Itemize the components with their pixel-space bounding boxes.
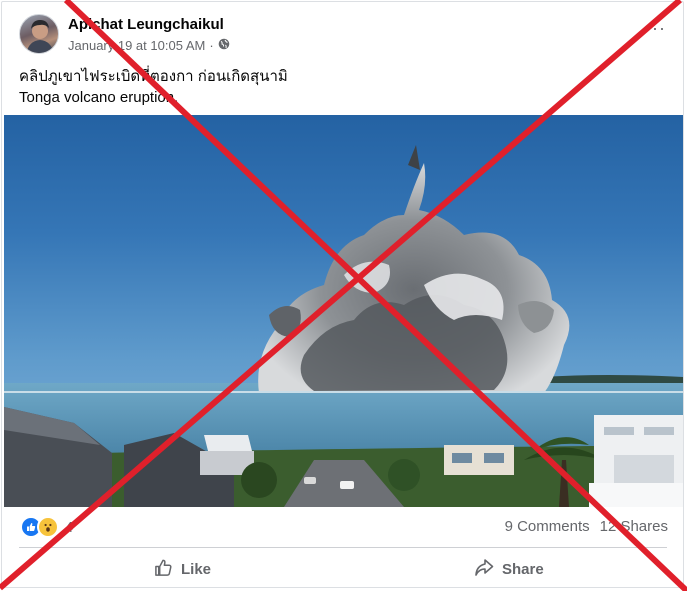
reaction-summary[interactable]: 4 xyxy=(20,516,73,538)
like-label: Like xyxy=(181,561,212,578)
post-caption: คลิปภูเขาไฟระเบิดที่ตองกา ก่อนเกิดสุนามิ… xyxy=(19,66,288,108)
reaction-count: 4 xyxy=(65,518,74,536)
post-meta: January 19 at 10:05 AM · xyxy=(68,38,230,53)
meta-separator: · xyxy=(209,38,214,53)
share-button[interactable]: Share xyxy=(474,558,544,581)
caption-line-english: Tonga volcano eruption. xyxy=(19,89,179,106)
globe-icon xyxy=(218,38,230,53)
post-timestamp[interactable]: January 19 at 10:05 AM xyxy=(68,38,205,53)
share-label: Share xyxy=(502,561,544,578)
comments-count-link[interactable]: 9 Comments xyxy=(505,518,590,535)
engagement-stats: 9 Comments 12 Shares xyxy=(505,518,668,535)
author-name[interactable]: Apichat Leungchaikul xyxy=(68,16,224,33)
avatar[interactable] xyxy=(19,14,59,54)
share-arrow-icon xyxy=(474,558,494,581)
more-dots-icon[interactable]: ··· xyxy=(645,18,666,39)
like-button[interactable]: Like xyxy=(154,558,211,581)
eruption-plume xyxy=(258,145,570,393)
caption-line-thai: คลิปภูเขาไฟระเบิดที่ตองกา ก่อนเกิดสุนามิ xyxy=(19,68,288,85)
action-bar-divider xyxy=(19,547,667,548)
thumbs-up-icon xyxy=(154,558,173,581)
shares-count-link[interactable]: 12 Shares xyxy=(600,518,668,535)
post-photo[interactable] xyxy=(4,115,683,507)
wow-reaction-icon xyxy=(37,516,59,538)
